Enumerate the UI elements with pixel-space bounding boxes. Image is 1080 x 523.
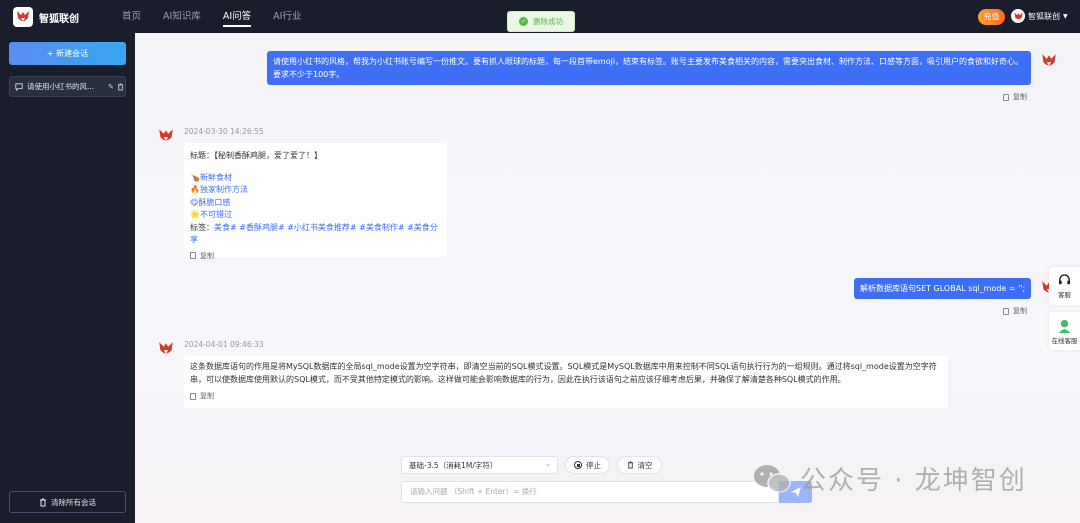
nav-home[interactable]: 首页 bbox=[122, 0, 141, 33]
clear-label: 清空 bbox=[637, 460, 653, 470]
fox-logo-icon bbox=[13, 7, 33, 27]
user-message-text: 解析数据库语句SET GLOBAL sql_mode = ''; bbox=[860, 284, 1026, 293]
tags-prefix: 标签： bbox=[190, 222, 214, 232]
copy-button[interactable]: 复制 bbox=[1003, 92, 1027, 102]
fox-avatar-icon bbox=[1039, 51, 1059, 71]
app-logo[interactable]: 智狐联创 bbox=[13, 7, 79, 27]
toast-text: 删除成功 bbox=[533, 17, 563, 26]
chat-area: 请使用小红书的风格，帮我为小红书账号编写一份推文。要有抓人眼球的标题，每一段首带… bbox=[135, 33, 1080, 523]
customer-service-button[interactable]: 客服 bbox=[1049, 267, 1080, 305]
nav-ai-knowledge[interactable]: AI知识库 bbox=[163, 0, 201, 33]
fox-avatar-icon bbox=[156, 339, 176, 359]
post-tags: 标签：美食# #香酥鸡腿# #小红书美食推荐# #美食制作# #美食分享 bbox=[190, 222, 441, 247]
chevron-down-icon: ▼ bbox=[1063, 12, 1068, 20]
check-circle-icon: ✓ bbox=[519, 17, 528, 26]
copy-button[interactable]: 复制 bbox=[190, 250, 441, 263]
clear-button[interactable]: 清空 bbox=[617, 456, 662, 474]
chevron-down-icon: ⌄ bbox=[545, 460, 551, 468]
watermark: 公众号 · 龙坤智创 bbox=[752, 460, 1027, 497]
model-select[interactable]: 基础-3.5（消耗1M/字符） ⌄ bbox=[401, 456, 558, 474]
bot-message: 这条数据库语句的作用是将MySQL数据库的全局sql_mode设置为空字符串，即… bbox=[184, 356, 948, 408]
message-timestamp: 2024-04-01 09:46:33 bbox=[184, 340, 264, 349]
nav-ai-industry[interactable]: AI行业 bbox=[273, 0, 301, 33]
conversation-item[interactable]: 请使用小红书的风... ✎ bbox=[9, 76, 126, 97]
new-chat-button[interactable]: + 新建会话 bbox=[9, 42, 126, 65]
watermark-text: 公众号 · 龙坤智创 bbox=[800, 466, 1027, 496]
fox-avatar-icon bbox=[156, 126, 176, 146]
post-title: 标题：【秘制香酥鸡腿，爱了爱了！】 bbox=[190, 151, 322, 160]
message-timestamp: 2024-03-30 14:26:55 bbox=[184, 127, 264, 136]
app-name: 智狐联创 bbox=[39, 13, 79, 25]
user-message-text: 请使用小红书的风格，帮我为小红书账号编写一份推文。要有抓人眼球的标题，每一段首带… bbox=[273, 57, 1024, 79]
post-item: 🔥独家制作方法 bbox=[190, 185, 248, 194]
wechat-icon bbox=[754, 464, 791, 493]
copy-button[interactable]: 复制 bbox=[190, 390, 942, 403]
stop-button[interactable]: 停止 bbox=[565, 456, 610, 474]
nav-ai-qa[interactable]: AI问答 bbox=[222, 0, 252, 33]
user-name: 智狐联创 bbox=[1028, 11, 1060, 21]
post-item: 🍗新鲜食材 bbox=[190, 172, 232, 182]
user-message: 请使用小红书的风格，帮我为小红书账号编写一份推文。要有抓人眼球的标题，每一段首带… bbox=[267, 51, 1031, 85]
headset-icon bbox=[1058, 273, 1071, 284]
main-nav: 首页 AI知识库 AI问答 AI行业 bbox=[122, 0, 323, 33]
copy-icon bbox=[1003, 93, 1009, 101]
clear-all-conversations-button[interactable]: 清除所有会话 bbox=[9, 491, 126, 513]
copy-icon bbox=[190, 392, 196, 400]
copy-label: 复制 bbox=[1013, 93, 1027, 101]
online-service-button[interactable]: 在线客服 bbox=[1049, 312, 1080, 350]
clear-all-label: 清除所有会话 bbox=[51, 497, 96, 507]
tags-text: 美食# #香酥鸡腿# #小红书美食推荐# #美食制作# #美食分享 bbox=[190, 222, 438, 245]
copy-icon bbox=[190, 252, 196, 260]
copy-icon bbox=[1003, 307, 1009, 315]
stop-label: 停止 bbox=[586, 460, 601, 470]
user-menu[interactable]: 智狐联创 ▼ bbox=[1011, 9, 1068, 23]
user-avatar bbox=[1011, 9, 1025, 23]
copy-label: 复制 bbox=[200, 251, 214, 260]
copy-button[interactable]: 复制 bbox=[1003, 306, 1027, 316]
service-label: 客服 bbox=[1058, 290, 1071, 299]
copy-label: 复制 bbox=[1013, 307, 1027, 315]
sidebar: + 新建会话 请使用小红书的风... ✎ 清除所有会话 bbox=[0, 33, 135, 523]
post-item: 😋酥脆口感 bbox=[190, 197, 231, 207]
bot-message-text: 这条数据库语句的作用是将MySQL数据库的全局sql_mode设置为空字符串，即… bbox=[190, 362, 937, 384]
bot-message: 标题：【秘制香酥鸡腿，爱了爱了！】 🍗新鲜食材 🔥独家制作方法 😋酥脆口感 🌟不… bbox=[184, 143, 447, 260]
online-label: 在线客服 bbox=[1051, 336, 1078, 345]
trash-icon bbox=[40, 498, 46, 506]
chat-bubble-icon bbox=[15, 82, 23, 91]
post-item: 🌟不可错过 bbox=[190, 210, 232, 219]
agent-avatar-icon bbox=[1058, 319, 1071, 333]
recharge-button[interactable]: 充值 bbox=[978, 9, 1005, 25]
model-label: 基础-3.5（消耗1M/字符） bbox=[409, 460, 498, 470]
question-input[interactable]: 请输入问题 （Shift + Enter）= 换行 bbox=[401, 481, 779, 503]
trash-icon bbox=[627, 461, 633, 469]
success-toast: ✓ 删除成功 bbox=[507, 11, 575, 32]
trash-icon[interactable] bbox=[117, 83, 124, 91]
conversation-title: 请使用小红书的风... bbox=[27, 82, 95, 91]
user-message: 解析数据库语句SET GLOBAL sql_mode = ''; bbox=[854, 278, 1031, 299]
stop-icon bbox=[574, 461, 582, 469]
copy-label: 复制 bbox=[200, 392, 214, 400]
edit-icon[interactable]: ✎ bbox=[108, 83, 114, 91]
